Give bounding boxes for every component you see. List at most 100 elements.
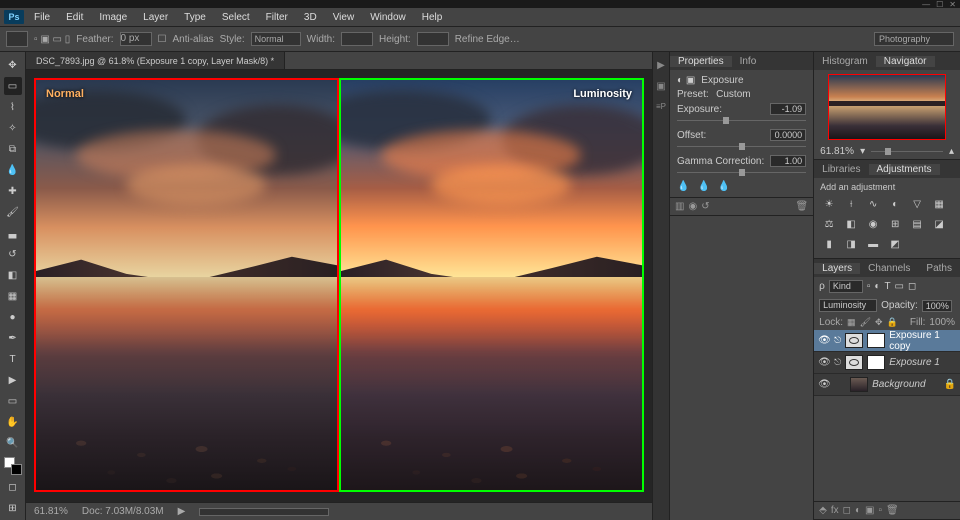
vibrance-icon[interactable]: ▽	[908, 196, 926, 212]
exposure-icon[interactable]: ◐	[886, 196, 904, 212]
gamma-value[interactable]: 1.00	[770, 155, 806, 167]
minimize-button[interactable]: —	[922, 0, 930, 9]
color-swatch[interactable]	[4, 457, 22, 475]
dodge-tool[interactable]: ●	[4, 308, 22, 326]
eraser-tool[interactable]: ◧	[4, 266, 22, 284]
selective-color-icon[interactable]: ◩	[886, 236, 904, 252]
image-thumb[interactable]	[850, 377, 868, 392]
tab-histogram[interactable]: Histogram	[814, 56, 876, 67]
lock-transparent-icon[interactable]: ▦	[847, 317, 856, 328]
paragraph-icon[interactable]: ≡P	[656, 102, 666, 111]
history-brush-tool[interactable]: ↺	[4, 245, 22, 263]
magic-wand-tool[interactable]: ✧	[4, 119, 22, 137]
filter-pixel-icon[interactable]: ▫	[867, 281, 871, 292]
navigator-zoom-slider[interactable]	[871, 151, 943, 152]
zoom-level[interactable]: 61.81%	[34, 506, 68, 517]
doc-size[interactable]: Doc: 7.03M/8.03M	[82, 506, 164, 517]
adjustment-thumb[interactable]	[845, 333, 863, 348]
menu-layer[interactable]: Layer	[137, 10, 174, 25]
clone-stamp-tool[interactable]: ▃	[4, 224, 22, 242]
lock-position-icon[interactable]: ✥	[875, 317, 883, 328]
tab-adjustments[interactable]: Adjustments	[869, 164, 940, 175]
tab-channels[interactable]: Channels	[860, 263, 918, 274]
opacity-value[interactable]: 100%	[922, 300, 952, 312]
filter-smart-icon[interactable]: ◻	[908, 281, 916, 292]
eyedropper-gray-icon[interactable]: 💧	[697, 181, 709, 192]
marquee-tool[interactable]: ▭	[4, 77, 22, 95]
view-previous-icon[interactable]: ◉	[688, 201, 697, 212]
crop-tool[interactable]: ⧉	[4, 140, 22, 158]
navigator-thumbnail[interactable]	[828, 74, 946, 140]
lock-image-icon[interactable]: 🖌	[860, 317, 871, 328]
visibility-icon[interactable]: 👁	[818, 357, 830, 368]
photo-filter-icon[interactable]: ◉	[864, 216, 882, 232]
tab-libraries[interactable]: Libraries	[814, 164, 868, 175]
tab-navigator[interactable]: Navigator	[876, 56, 935, 67]
posterize-icon[interactable]: ▮	[820, 236, 838, 252]
tab-properties[interactable]: Properties	[670, 56, 732, 67]
brightness-contrast-icon[interactable]: ☀	[820, 196, 838, 212]
menu-filter[interactable]: Filter	[260, 10, 294, 25]
workspace-select[interactable]: Photography	[874, 32, 954, 46]
link-icon[interactable]: ⎋	[834, 335, 841, 346]
marquee-tool-preset[interactable]	[6, 31, 28, 47]
hand-tool[interactable]: ✋	[4, 413, 22, 431]
healing-brush-tool[interactable]: ✚	[4, 182, 22, 200]
quick-mask-toggle[interactable]: ◻	[4, 478, 22, 496]
offset-slider[interactable]	[677, 144, 806, 150]
layer-row[interactable]: 👁 ⎋ Exposure 1 copy	[814, 330, 960, 352]
actions-icon[interactable]: ▣	[656, 81, 665, 92]
tab-info[interactable]: Info	[732, 56, 765, 67]
menu-select[interactable]: Select	[216, 10, 256, 25]
channel-mixer-icon[interactable]: ⊞	[886, 216, 904, 232]
document-tab[interactable]: DSC_7893.jpg @ 61.8% (Exposure 1 copy, L…	[26, 52, 285, 69]
gradient-map-icon[interactable]: ▬	[864, 236, 882, 252]
layer-name[interactable]: Background	[872, 379, 939, 390]
canvas[interactable]: Normal Luminosity	[26, 70, 652, 502]
zoom-in-icon[interactable]: ▴	[949, 146, 954, 157]
selection-mode-icons[interactable]: ▫ ▣ ▭ ▯	[34, 34, 70, 45]
layer-filter-select[interactable]: Kind	[829, 280, 863, 293]
menu-help[interactable]: Help	[416, 10, 449, 25]
width-input[interactable]	[341, 32, 373, 46]
visibility-icon[interactable]: 👁	[818, 335, 830, 346]
navigator-zoom-value[interactable]: 61.81%	[820, 146, 854, 157]
layer-name[interactable]: Exposure 1 copy	[889, 330, 956, 352]
filter-shape-icon[interactable]: ▭	[895, 281, 904, 292]
layer-name[interactable]: Exposure 1	[889, 357, 956, 368]
exposure-value[interactable]: -1.09	[770, 103, 806, 115]
levels-icon[interactable]: ⟊	[842, 196, 860, 212]
delete-adjustment-icon[interactable]: 🗑	[795, 201, 808, 212]
zoom-tool[interactable]: 🔍	[4, 434, 22, 452]
eyedropper-black-icon[interactable]: 💧	[677, 181, 689, 192]
bw-icon[interactable]: ◧	[842, 216, 860, 232]
height-input[interactable]	[417, 32, 449, 46]
tab-paths[interactable]: Paths	[918, 263, 960, 274]
threshold-icon[interactable]: ◨	[842, 236, 860, 252]
adjustment-thumb[interactable]	[845, 355, 863, 370]
invert-icon[interactable]: ◪	[930, 216, 948, 232]
screen-mode-toggle[interactable]: ⊞	[4, 499, 22, 517]
menu-3d[interactable]: 3D	[298, 10, 323, 25]
menu-type[interactable]: Type	[178, 10, 212, 25]
fill-value[interactable]: 100%	[929, 317, 955, 328]
link-layers-icon[interactable]: ⬘	[819, 505, 827, 516]
feather-input[interactable]: 0 px	[120, 32, 152, 46]
filter-type-icon[interactable]: T	[884, 281, 890, 292]
link-icon[interactable]: ⎋	[834, 357, 841, 368]
move-tool[interactable]: ✥	[4, 56, 22, 74]
filter-adjust-icon[interactable]: ◐	[874, 281, 880, 292]
new-group-icon[interactable]: ▣	[865, 505, 874, 516]
path-select-tool[interactable]: ▶	[4, 371, 22, 389]
lock-all-icon[interactable]: 🔒	[887, 317, 898, 328]
history-icon[interactable]: ▶	[657, 60, 665, 71]
menu-edit[interactable]: Edit	[60, 10, 89, 25]
layer-fx-icon[interactable]: fx	[831, 505, 839, 516]
eyedropper-tool[interactable]: 💧	[4, 161, 22, 179]
blend-mode-select[interactable]: Luminosity	[819, 299, 877, 312]
type-tool[interactable]: T	[4, 350, 22, 368]
tab-layers[interactable]: Layers	[814, 263, 860, 274]
gradient-tool[interactable]: ▦	[4, 287, 22, 305]
menu-view[interactable]: View	[327, 10, 361, 25]
hue-sat-icon[interactable]: ▦	[930, 196, 948, 212]
